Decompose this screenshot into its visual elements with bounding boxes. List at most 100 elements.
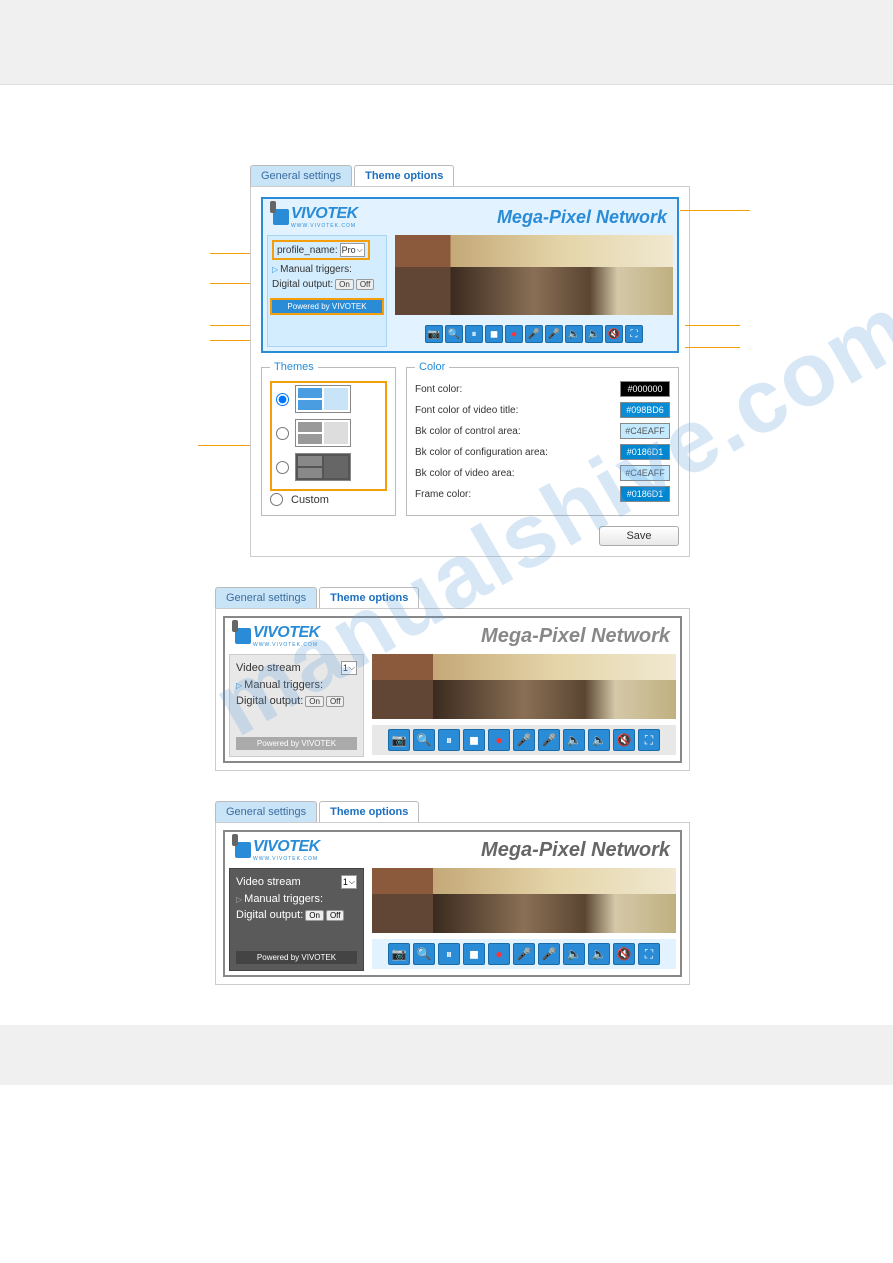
fullscreen-icon[interactable]: ⛶ xyxy=(638,729,660,751)
zoom-icon[interactable]: 🔍 xyxy=(413,943,435,965)
page-title: Mega-Pixel Network xyxy=(481,625,670,648)
color-swatch[interactable]: #C4EAFF xyxy=(620,423,670,439)
tab-general-settings[interactable]: General settings xyxy=(215,587,317,608)
panel-dark-theme: General settings Theme options VIVOTEK W… xyxy=(215,801,690,985)
theme-radio-dark[interactable] xyxy=(276,461,289,474)
zoom-icon[interactable]: 🔍 xyxy=(445,325,463,343)
speaker-down-icon[interactable]: 🔈 xyxy=(585,325,603,343)
logo-subtitle: WWW.VIVOTEK.COM xyxy=(253,642,320,648)
page-title: Mega-Pixel Network xyxy=(481,839,670,862)
record-icon[interactable]: ● xyxy=(488,729,510,751)
theme-radio-grey[interactable] xyxy=(276,427,289,440)
manual-triggers-label: Manual triggers: xyxy=(244,679,323,691)
digital-output-on-button[interactable]: On xyxy=(305,910,324,921)
tab-theme-options[interactable]: Theme options xyxy=(319,587,419,608)
digital-output-label: Digital output: xyxy=(236,909,303,921)
color-row: Frame color: #0186D1 xyxy=(415,486,670,502)
stop-icon[interactable]: ◼ xyxy=(485,325,503,343)
video-stream-select[interactable]: 1 xyxy=(341,661,357,675)
mic-icon[interactable]: 🎤 xyxy=(545,325,563,343)
control-area: Video stream 1 ▷ Manual triggers: Digita… xyxy=(229,654,364,757)
color-legend: Color xyxy=(415,361,449,373)
powered-by-label: Powered by VIVOTEK xyxy=(236,737,357,750)
color-swatch[interactable]: #C4EAFF xyxy=(620,465,670,481)
mic-down-icon[interactable]: 🎤 xyxy=(513,729,535,751)
mic-icon[interactable]: 🎤 xyxy=(538,729,560,751)
tab-theme-options[interactable]: Theme options xyxy=(354,165,454,186)
annotation-line xyxy=(685,325,740,326)
theme-presets-box xyxy=(270,381,387,491)
profile-name-select[interactable]: Pro xyxy=(340,243,365,257)
color-swatch[interactable]: #0186D1 xyxy=(620,486,670,502)
speaker-icon[interactable]: 🔈 xyxy=(563,729,585,751)
vivotek-logo: VIVOTEK WWW.VIVOTEK.COM xyxy=(235,624,320,648)
tab-theme-options[interactable]: Theme options xyxy=(319,801,419,822)
color-label: Bk color of video area: xyxy=(415,468,515,479)
stop-icon[interactable]: ◼ xyxy=(463,729,485,751)
logo-subtitle: WWW.VIVOTEK.COM xyxy=(291,223,358,229)
digital-output-off-button[interactable]: Off xyxy=(326,910,345,921)
camera-icon[interactable]: 📷 xyxy=(425,325,443,343)
video-preview xyxy=(395,235,673,315)
color-row: Bk color of configuration area:#0186D1 xyxy=(415,444,670,460)
fullscreen-icon[interactable]: ⛶ xyxy=(625,325,643,343)
theme-option-blue[interactable] xyxy=(274,385,383,413)
theme-radio-custom[interactable] xyxy=(270,493,283,506)
page-footer xyxy=(0,1025,893,1085)
expand-icon[interactable]: ▷ xyxy=(236,681,242,690)
title-row: VIVOTEK WWW.VIVOTEK.COM Mega-Pixel Netwo… xyxy=(267,203,673,231)
record-icon[interactable]: ● xyxy=(488,943,510,965)
stop-icon[interactable]: ◼ xyxy=(463,943,485,965)
manual-triggers-label: Manual triggers: xyxy=(280,264,352,275)
zoom-icon[interactable]: 🔍 xyxy=(413,729,435,751)
digital-output-off-button[interactable]: Off xyxy=(326,696,345,707)
save-button[interactable]: Save xyxy=(599,526,679,546)
color-swatch[interactable]: #0186D1 xyxy=(620,444,670,460)
pause-icon[interactable]: ⏸ xyxy=(438,943,460,965)
color-label: Font color of video title: xyxy=(415,405,518,416)
speaker-mute-icon[interactable]: 🔇 xyxy=(613,943,635,965)
mic-down-icon[interactable]: 🎤 xyxy=(525,325,543,343)
speaker-down-icon[interactable]: 🔈 xyxy=(588,729,610,751)
camera-icon[interactable]: 📷 xyxy=(388,943,410,965)
camera-icon[interactable]: 📷 xyxy=(388,729,410,751)
color-swatch[interactable]: #000000 xyxy=(620,381,670,397)
color-row: Font color of video title: #098BD6 xyxy=(415,402,670,418)
fullscreen-icon[interactable]: ⛶ xyxy=(638,943,660,965)
speaker-mute-icon[interactable]: 🔇 xyxy=(605,325,623,343)
powered-by-label: Powered by VIVOTEK xyxy=(272,300,382,313)
control-area: Video stream 1 ▷ Manual triggers: Digita… xyxy=(229,868,364,971)
tab-general-settings[interactable]: General settings xyxy=(215,801,317,822)
page-title: Mega-Pixel Network xyxy=(497,207,667,228)
custom-label: Custom xyxy=(291,494,329,506)
pause-icon[interactable]: ⏸ xyxy=(438,729,460,751)
theme-option-grey[interactable] xyxy=(274,419,383,447)
expand-icon[interactable]: ▷ xyxy=(236,895,242,904)
digital-output-on-button[interactable]: On xyxy=(305,696,324,707)
powered-by-label: Powered by VIVOTEK xyxy=(236,951,357,964)
mic-icon[interactable]: 🎤 xyxy=(538,943,560,965)
page-header xyxy=(0,0,893,85)
digital-output-on-button[interactable]: On xyxy=(335,279,354,290)
pause-icon[interactable]: ⏸ xyxy=(465,325,483,343)
digital-output-off-button[interactable]: Off xyxy=(356,279,375,290)
themes-legend: Themes xyxy=(270,361,318,373)
video-column: 📷🔍⏸◼●🎤🎤🔈🔈🔇⛶ xyxy=(372,654,676,757)
theme-radio-blue[interactable] xyxy=(276,393,289,406)
speaker-icon[interactable]: 🔈 xyxy=(565,325,583,343)
record-icon[interactable]: ● xyxy=(505,325,523,343)
theme-option-custom[interactable]: Custom xyxy=(270,493,387,506)
tab-general-settings[interactable]: General settings xyxy=(250,165,352,186)
expand-icon[interactable]: ▷ xyxy=(272,265,278,274)
video-toolbar: 📷🔍⏸◼●🎤🎤🔈🔈🔇⛶ xyxy=(372,939,676,969)
speaker-icon[interactable]: 🔈 xyxy=(563,943,585,965)
color-swatch[interactable]: #098BD6 xyxy=(620,402,670,418)
video-stream-select[interactable]: 1 xyxy=(341,875,357,889)
tabs: General settings Theme options xyxy=(215,801,690,822)
speaker-mute-icon[interactable]: 🔇 xyxy=(613,729,635,751)
color-label: Frame color: xyxy=(415,489,471,500)
speaker-down-icon[interactable]: 🔈 xyxy=(588,943,610,965)
logo-text: VIVOTEK xyxy=(253,838,320,855)
mic-down-icon[interactable]: 🎤 xyxy=(513,943,535,965)
theme-option-dark[interactable] xyxy=(274,453,383,481)
